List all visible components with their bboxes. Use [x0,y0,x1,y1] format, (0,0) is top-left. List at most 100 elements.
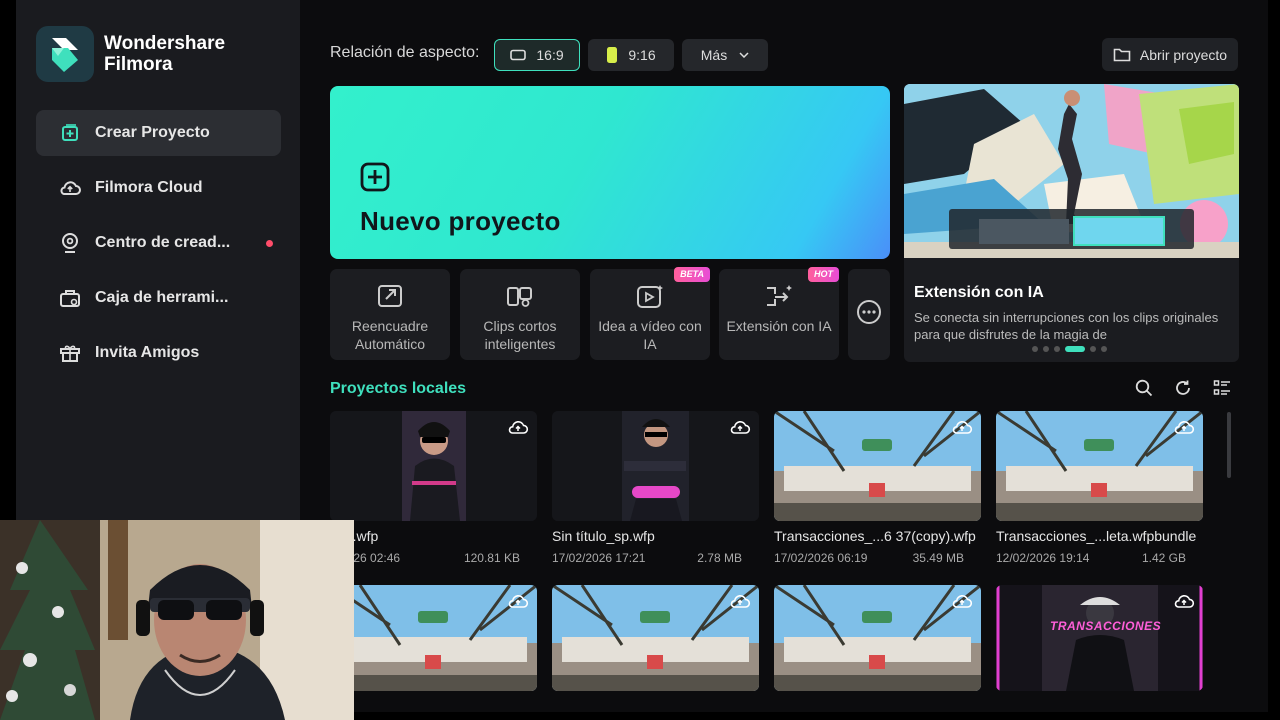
cloud-upload-icon[interactable] [507,593,529,614]
project-size: 1.42 GB [1141,551,1186,565]
project-name: s_1.wfp [330,528,379,544]
carousel-dot[interactable] [1043,346,1049,352]
carousel-dot[interactable] [1101,346,1107,352]
project-date: 17/02/2026 06:19 [774,551,868,565]
project-thumbnail [996,411,1203,521]
brand-line1: Wondershare [104,33,226,54]
project-thumbnail [552,585,759,691]
project-thumbnail [330,411,537,521]
cloud-upload-icon[interactable] [951,419,973,440]
project-thumbnail [774,585,981,691]
project-name: Transacciones_...6 37(copy).wfp [774,528,976,544]
sidebar-item-label: Filmora Cloud [95,179,203,196]
local-projects-title: Proyectos locales [330,380,467,397]
tool-auto-reframe[interactable]: Reencuadre Automático [330,269,450,360]
thumbnail-caption: TRANSACCIONES [1050,619,1162,633]
gift-icon [58,341,82,365]
project-card[interactable]: Sin título_sp.wfp 17/02/2026 17:21 2.78 … [552,411,759,565]
project-card[interactable]: Transacciones_...leta.wfpbundle 12/02/20… [996,411,1203,565]
cloud-upload-icon[interactable] [729,593,751,614]
sidebar-item-label: Centro de cread... [95,234,231,251]
sidebar-item-creator-center[interactable]: Centro de cread... [36,220,281,266]
new-project-button[interactable]: Nuevo proyecto [330,86,890,259]
beta-badge: BETA [674,267,710,282]
project-thumbnail [330,585,537,691]
cloud-upload-icon[interactable] [507,419,529,440]
list-view-icon[interactable] [1212,378,1232,398]
sidebar-item-label: Caja de herrami... [95,289,229,306]
notification-dot [266,240,273,247]
sidebar-item-toolbox[interactable]: Caja de herrami... [36,275,281,321]
refresh-icon[interactable] [1173,378,1193,398]
sidebar-item-invite-friends[interactable]: Invita Amigos [36,330,281,376]
brand-name: Wondershare Filmora [104,33,225,75]
project-card[interactable]: TRANSACCIONES [996,585,1203,691]
banner-title: Extensión con IA [914,284,1044,301]
brand-line2: Filmora [104,54,173,75]
ratio-9-16-label: 9:16 [628,47,656,63]
project-meta: 17/02/2026 06:19 35.49 MB [774,551,964,565]
cloud-icon [58,176,82,200]
project-card[interactable] [330,585,537,691]
tool-label: Extensión con IA [726,318,832,334]
cloud-upload-icon[interactable] [1173,419,1195,440]
more-icon [856,299,882,330]
project-size: 35.49 MB [912,551,964,565]
more-tools-button[interactable] [848,269,890,360]
toolbox-icon [58,286,82,310]
sidebar-item-create-project[interactable]: Crear Proyecto [36,110,281,156]
idea-to-video-icon [590,283,710,311]
carousel-dot-active[interactable] [1065,346,1085,352]
feature-banner[interactable]: Extensión con IA Se conecta sin interrup… [904,84,1239,362]
tool-smart-short-clips[interactable]: Clips cortos inteligentes [460,269,580,360]
carousel-dot[interactable] [1032,346,1038,352]
carousel-dot[interactable] [1090,346,1096,352]
project-thumbnail: TRANSACCIONES [996,585,1203,691]
scrollbar[interactable] [1227,412,1231,478]
hot-badge: HOT [808,267,839,282]
project-meta: 17/02/2026 17:21 2.78 MB [552,551,742,565]
carousel-indicators [1032,346,1112,352]
add-project-icon [360,162,390,197]
cloud-upload-icon[interactable] [729,419,751,440]
ai-extension-icon [719,283,839,311]
cloud-upload-icon[interactable] [1173,593,1195,614]
search-icon[interactable] [1134,378,1154,398]
project-card[interactable] [552,585,759,691]
filmora-logo-icon [36,26,94,82]
new-project-label: Nuevo proyecto [360,206,561,236]
project-meta: 12/02/2026 19:14 1.42 GB [996,551,1186,565]
tool-ai-extension[interactable]: Extensión con IA HOT [719,267,839,360]
ratio-16-9-button[interactable]: 16:9 [494,39,580,71]
create-project-icon [58,121,82,145]
tool-idea-to-video[interactable]: Idea a vídeo con IA BETA [590,267,710,360]
sidebar-item-filmora-cloud[interactable]: Filmora Cloud [36,165,281,211]
ratio-16-9-label: 16:9 [536,47,564,63]
carousel-dot[interactable] [1054,346,1060,352]
banner-description: Se conecta sin interrupciones con los cl… [914,310,1219,342]
more-ratios-dropdown[interactable]: Más [682,39,768,71]
brand-logo: Wondershare Filmora [36,26,225,82]
project-meta: 2/2026 02:46 120.81 KB [330,551,520,565]
aspect-ratio-label: Relación de aspecto: [330,44,480,61]
chevron-down-icon [739,52,749,58]
project-card[interactable]: Transacciones_...6 37(copy).wfp 17/02/20… [774,411,981,565]
reframe-icon [330,283,450,309]
cloud-upload-icon[interactable] [951,593,973,614]
sidebar-item-label: Crear Proyecto [95,124,210,141]
open-project-button[interactable]: Abrir proyecto [1102,38,1238,71]
landscape-ratio-icon [510,49,527,61]
project-date: 12/02/2026 19:14 [996,551,1090,565]
project-size: 2.78 MB [697,551,742,565]
project-card[interactable]: s_1.wfp 2/2026 02:46 120.81 KB [330,411,537,565]
portrait-ratio-icon [606,46,618,64]
tool-label: Reencuadre Automático [351,318,429,352]
ratio-9-16-button[interactable]: 9:16 [588,39,674,71]
project-card[interactable] [774,585,981,691]
project-name: Transacciones_...leta.wfpbundle [996,528,1197,544]
project-date: 17/02/2026 17:21 [552,551,646,565]
sidebar-nav: Crear Proyecto Filmora Cloud Centro de c… [36,110,281,385]
sidebar-item-label: Invita Amigos [95,344,200,361]
banner-image [904,84,1239,258]
more-ratios-label: Más [700,47,728,63]
